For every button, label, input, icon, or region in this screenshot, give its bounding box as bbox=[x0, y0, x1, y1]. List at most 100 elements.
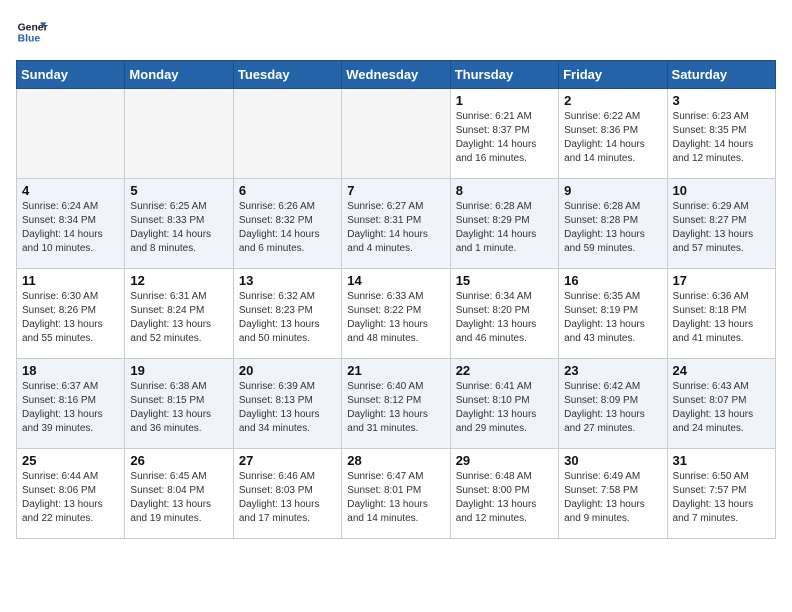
calendar-cell: 7 Sunrise: 6:27 AM Sunset: 8:31 PM Daylig… bbox=[342, 179, 450, 269]
day-info: Sunrise: 6:46 AM Sunset: 8:03 PM Dayligh… bbox=[239, 470, 336, 526]
day-info: Sunrise: 6:45 AM Sunset: 8:04 PM Dayligh… bbox=[130, 470, 227, 526]
day-number: 27 bbox=[239, 453, 336, 468]
weekday-header-row: SundayMondayTuesdayWednesdayThursdayFrid… bbox=[17, 61, 776, 89]
calendar-cell: 3 Sunrise: 6:23 AM Sunset: 8:35 PM Daylig… bbox=[667, 89, 775, 179]
day-number: 28 bbox=[347, 453, 444, 468]
day-info: Sunrise: 6:27 AM Sunset: 8:31 PM Dayligh… bbox=[347, 200, 444, 256]
calendar-cell: 12Sunrise: 6:31 AM Sunset: 8:24 PM Dayli… bbox=[125, 269, 233, 359]
logo: General Blue bbox=[16, 16, 48, 48]
day-info: Sunrise: 6:29 AM Sunset: 8:27 PM Dayligh… bbox=[673, 200, 770, 256]
day-info: Sunrise: 6:32 AM Sunset: 8:23 PM Dayligh… bbox=[239, 290, 336, 346]
weekday-header: Friday bbox=[559, 61, 667, 89]
calendar-cell: 10 Sunrise: 6:29 AM Sunset: 8:27 PM Dayli… bbox=[667, 179, 775, 269]
calendar-cell: 17Sunrise: 6:36 AM Sunset: 8:18 PM Dayli… bbox=[667, 269, 775, 359]
calendar-cell: 21Sunrise: 6:40 AM Sunset: 8:12 PM Dayli… bbox=[342, 359, 450, 449]
day-number: 22 bbox=[456, 363, 553, 378]
calendar-cell: 19 Sunrise: 6:38 AM Sunset: 8:15 PM Dayli… bbox=[125, 359, 233, 449]
day-number: 6 bbox=[239, 183, 336, 198]
page-header: General Blue bbox=[16, 16, 776, 48]
day-info: Sunrise: 6:36 AM Sunset: 8:18 PM Dayligh… bbox=[673, 290, 770, 346]
calendar-cell: 16 Sunrise: 6:35 AM Sunset: 8:19 PM Dayli… bbox=[559, 269, 667, 359]
logo-icon: General Blue bbox=[16, 16, 48, 48]
weekday-header: Monday bbox=[125, 61, 233, 89]
calendar-cell: 18 Sunrise: 6:37 AM Sunset: 8:16 PM Dayli… bbox=[17, 359, 125, 449]
day-number: 26 bbox=[130, 453, 227, 468]
day-number: 11 bbox=[22, 273, 119, 288]
day-info: Sunrise: 6:44 AM Sunset: 8:06 PM Dayligh… bbox=[22, 470, 119, 526]
day-info: Sunrise: 6:21 AM Sunset: 8:37 PM Dayligh… bbox=[456, 110, 553, 166]
day-info: Sunrise: 6:41 AM Sunset: 8:10 PM Dayligh… bbox=[456, 380, 553, 436]
day-number: 25 bbox=[22, 453, 119, 468]
day-info: Sunrise: 6:22 AM Sunset: 8:36 PM Dayligh… bbox=[564, 110, 661, 166]
calendar-cell: 5 Sunrise: 6:25 AM Sunset: 8:33 PM Daylig… bbox=[125, 179, 233, 269]
day-number: 13 bbox=[239, 273, 336, 288]
calendar-cell: 13 Sunrise: 6:32 AM Sunset: 8:23 PM Dayli… bbox=[233, 269, 341, 359]
day-number: 7 bbox=[347, 183, 444, 198]
day-info: Sunrise: 6:42 AM Sunset: 8:09 PM Dayligh… bbox=[564, 380, 661, 436]
calendar-body: 1 Sunrise: 6:21 AM Sunset: 8:37 PM Daylig… bbox=[17, 89, 776, 539]
day-info: Sunrise: 6:38 AM Sunset: 8:15 PM Dayligh… bbox=[130, 380, 227, 436]
day-number: 3 bbox=[673, 93, 770, 108]
day-info: Sunrise: 6:33 AM Sunset: 8:22 PM Dayligh… bbox=[347, 290, 444, 346]
day-number: 4 bbox=[22, 183, 119, 198]
day-number: 29 bbox=[456, 453, 553, 468]
calendar-cell bbox=[342, 89, 450, 179]
calendar-cell: 11 Sunrise: 6:30 AM Sunset: 8:26 PM Dayli… bbox=[17, 269, 125, 359]
day-number: 24 bbox=[673, 363, 770, 378]
calendar-cell: 1 Sunrise: 6:21 AM Sunset: 8:37 PM Daylig… bbox=[450, 89, 558, 179]
calendar-cell bbox=[233, 89, 341, 179]
day-info: Sunrise: 6:28 AM Sunset: 8:29 PM Dayligh… bbox=[456, 200, 553, 256]
calendar-cell: 29 Sunrise: 6:48 AM Sunset: 8:00 PM Dayli… bbox=[450, 449, 558, 539]
day-info: Sunrise: 6:40 AM Sunset: 8:12 PM Dayligh… bbox=[347, 380, 444, 436]
weekday-header: Sunday bbox=[17, 61, 125, 89]
calendar-cell: 23 Sunrise: 6:42 AM Sunset: 8:09 PM Dayli… bbox=[559, 359, 667, 449]
day-number: 2 bbox=[564, 93, 661, 108]
calendar-table: SundayMondayTuesdayWednesdayThursdayFrid… bbox=[16, 60, 776, 539]
weekday-header: Thursday bbox=[450, 61, 558, 89]
day-number: 18 bbox=[22, 363, 119, 378]
calendar-cell: 14 Sunrise: 6:33 AM Sunset: 8:22 PM Dayli… bbox=[342, 269, 450, 359]
day-number: 15 bbox=[456, 273, 553, 288]
calendar-cell: 9 Sunrise: 6:28 AM Sunset: 8:28 PM Daylig… bbox=[559, 179, 667, 269]
svg-text:Blue: Blue bbox=[18, 34, 41, 45]
day-number: 5 bbox=[130, 183, 227, 198]
calendar-cell: 22 Sunrise: 6:41 AM Sunset: 8:10 PM Dayli… bbox=[450, 359, 558, 449]
day-info: Sunrise: 6:37 AM Sunset: 8:16 PM Dayligh… bbox=[22, 380, 119, 436]
day-info: Sunrise: 6:49 AM Sunset: 7:58 PM Dayligh… bbox=[564, 470, 661, 526]
weekday-header: Wednesday bbox=[342, 61, 450, 89]
day-info: Sunrise: 6:25 AM Sunset: 8:33 PM Dayligh… bbox=[130, 200, 227, 256]
calendar-cell: 4Sunrise: 6:24 AM Sunset: 8:34 PM Daylig… bbox=[17, 179, 125, 269]
day-number: 16 bbox=[564, 273, 661, 288]
calendar-week-row: 11 Sunrise: 6:30 AM Sunset: 8:26 PM Dayli… bbox=[17, 269, 776, 359]
calendar-cell: 24Sunrise: 6:43 AM Sunset: 8:07 PM Dayli… bbox=[667, 359, 775, 449]
calendar-week-row: 18 Sunrise: 6:37 AM Sunset: 8:16 PM Dayli… bbox=[17, 359, 776, 449]
day-info: Sunrise: 6:48 AM Sunset: 8:00 PM Dayligh… bbox=[456, 470, 553, 526]
weekday-header: Saturday bbox=[667, 61, 775, 89]
calendar-week-row: 1 Sunrise: 6:21 AM Sunset: 8:37 PM Daylig… bbox=[17, 89, 776, 179]
day-info: Sunrise: 6:50 AM Sunset: 7:57 PM Dayligh… bbox=[673, 470, 770, 526]
calendar-cell: 25 Sunrise: 6:44 AM Sunset: 8:06 PM Dayli… bbox=[17, 449, 125, 539]
day-number: 9 bbox=[564, 183, 661, 198]
calendar-cell bbox=[125, 89, 233, 179]
calendar-week-row: 25 Sunrise: 6:44 AM Sunset: 8:06 PM Dayli… bbox=[17, 449, 776, 539]
day-number: 10 bbox=[673, 183, 770, 198]
calendar-cell bbox=[17, 89, 125, 179]
day-info: Sunrise: 6:23 AM Sunset: 8:35 PM Dayligh… bbox=[673, 110, 770, 166]
day-number: 19 bbox=[130, 363, 227, 378]
day-number: 23 bbox=[564, 363, 661, 378]
calendar-cell: 26 Sunrise: 6:45 AM Sunset: 8:04 PM Dayli… bbox=[125, 449, 233, 539]
calendar-cell: 8 Sunrise: 6:28 AM Sunset: 8:29 PM Daylig… bbox=[450, 179, 558, 269]
day-number: 14 bbox=[347, 273, 444, 288]
weekday-header: Tuesday bbox=[233, 61, 341, 89]
day-number: 8 bbox=[456, 183, 553, 198]
day-number: 1 bbox=[456, 93, 553, 108]
calendar-cell: 6Sunrise: 6:26 AM Sunset: 8:32 PM Daylig… bbox=[233, 179, 341, 269]
day-number: 31 bbox=[673, 453, 770, 468]
day-info: Sunrise: 6:35 AM Sunset: 8:19 PM Dayligh… bbox=[564, 290, 661, 346]
day-info: Sunrise: 6:30 AM Sunset: 8:26 PM Dayligh… bbox=[22, 290, 119, 346]
day-info: Sunrise: 6:28 AM Sunset: 8:28 PM Dayligh… bbox=[564, 200, 661, 256]
day-info: Sunrise: 6:47 AM Sunset: 8:01 PM Dayligh… bbox=[347, 470, 444, 526]
calendar-cell: 2 Sunrise: 6:22 AM Sunset: 8:36 PM Daylig… bbox=[559, 89, 667, 179]
calendar-cell: 20Sunrise: 6:39 AM Sunset: 8:13 PM Dayli… bbox=[233, 359, 341, 449]
day-info: Sunrise: 6:31 AM Sunset: 8:24 PM Dayligh… bbox=[130, 290, 227, 346]
